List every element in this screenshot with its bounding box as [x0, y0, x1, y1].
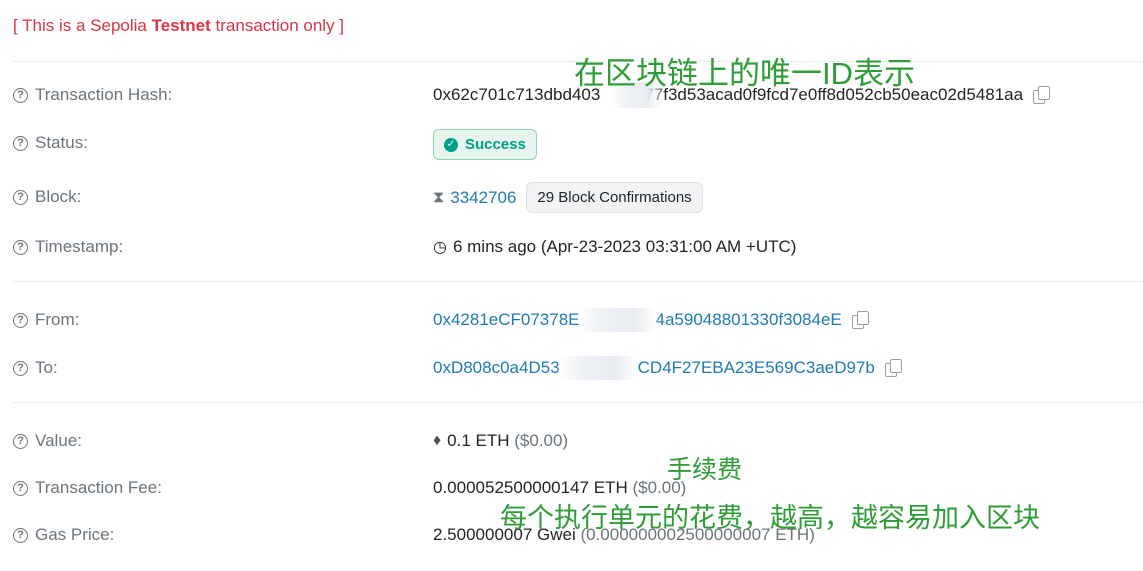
- testnet-notice: [ This is a Sepolia Testnet transaction …: [13, 16, 344, 36]
- label-block: Block:: [35, 187, 82, 206]
- clock-icon: ◷: [433, 239, 447, 256]
- divider: [13, 402, 1143, 403]
- question-circle-icon[interactable]: ?: [13, 239, 28, 255]
- notice-suffix: transaction only ]: [210, 16, 345, 35]
- row-status: ? Status: ✓ Success: [13, 128, 1143, 161]
- block-confirmations-badge: 29 Block Confirmations: [526, 182, 703, 213]
- annotation-hash-note: 在区块链上的唯一ID表示: [574, 56, 915, 91]
- to-address-start: 0xD808c0a4D53: [433, 358, 560, 377]
- hourglass-icon: ⧗: [433, 188, 445, 206]
- question-circle-icon[interactable]: ?: [13, 433, 28, 449]
- question-circle-icon[interactable]: ?: [13, 189, 28, 205]
- value-fiat: ($0.00): [514, 431, 569, 450]
- annotation-fee-note: 手续费: [667, 456, 743, 484]
- label-transaction-fee: Transaction Fee:: [35, 478, 162, 497]
- divider: [13, 281, 1143, 282]
- fee-amount: 0.000052500000147 ETH: [433, 478, 628, 497]
- label-transaction-hash: Transaction Hash:: [35, 85, 173, 104]
- value-amount: 0.1 ETH: [447, 431, 510, 450]
- row-value: ? Value: ♦ 0.1 ETH ($0.00): [13, 426, 1143, 456]
- copy-icon[interactable]: [1033, 86, 1051, 104]
- question-circle-icon[interactable]: ?: [13, 87, 28, 103]
- copy-icon[interactable]: [851, 311, 869, 329]
- from-address-start: 0x4281eCF07378E: [433, 310, 580, 329]
- check-circle-icon: ✓: [444, 137, 458, 152]
- label-value: Value:: [35, 431, 82, 450]
- copy-icon[interactable]: [884, 359, 902, 377]
- from-address-end: 4a59048801330f3084eE: [655, 310, 842, 329]
- annotation-gas-note: 每个执行单元的花费，越高，越容易加入区块: [500, 503, 1040, 533]
- row-timestamp: ? Timestamp: ◷ 6 mins ago (Apr-23-2023 03…: [13, 232, 1143, 262]
- row-block: ? Block: ⧗ 3342706 29 Block Confirmations: [13, 182, 1143, 213]
- question-circle-icon[interactable]: ?: [13, 312, 28, 328]
- label-to: To:: [35, 358, 58, 377]
- to-blur-mask: [558, 356, 638, 380]
- question-circle-icon[interactable]: ?: [13, 480, 28, 496]
- label-from: From:: [35, 310, 80, 329]
- label-gas-price: Gas Price:: [35, 525, 115, 544]
- status-badge-text: Success: [465, 136, 526, 153]
- label-status: Status:: [35, 133, 88, 152]
- timestamp-value: 6 mins ago (Apr-23-2023 03:31:00 AM +UTC…: [452, 237, 797, 256]
- notice-testnet: Testnet: [151, 16, 211, 35]
- to-address-end: CD4F27EBA23E569C3aeD97b: [637, 358, 875, 377]
- notice-prefix: [ This is a Sepolia: [13, 16, 152, 35]
- question-circle-icon[interactable]: ?: [13, 527, 28, 543]
- to-address-link[interactable]: 0xD808c0a4D53 CD4F27EBA23E569C3aeD97b: [433, 358, 875, 378]
- block-number-link[interactable]: 3342706: [450, 188, 516, 208]
- ethereum-icon: ♦: [433, 432, 442, 449]
- status-badge: ✓ Success: [433, 129, 537, 160]
- from-blur-mask: [578, 308, 658, 332]
- question-circle-icon[interactable]: ?: [13, 135, 28, 151]
- label-timestamp: Timestamp:: [35, 237, 124, 256]
- question-circle-icon[interactable]: ?: [13, 360, 28, 376]
